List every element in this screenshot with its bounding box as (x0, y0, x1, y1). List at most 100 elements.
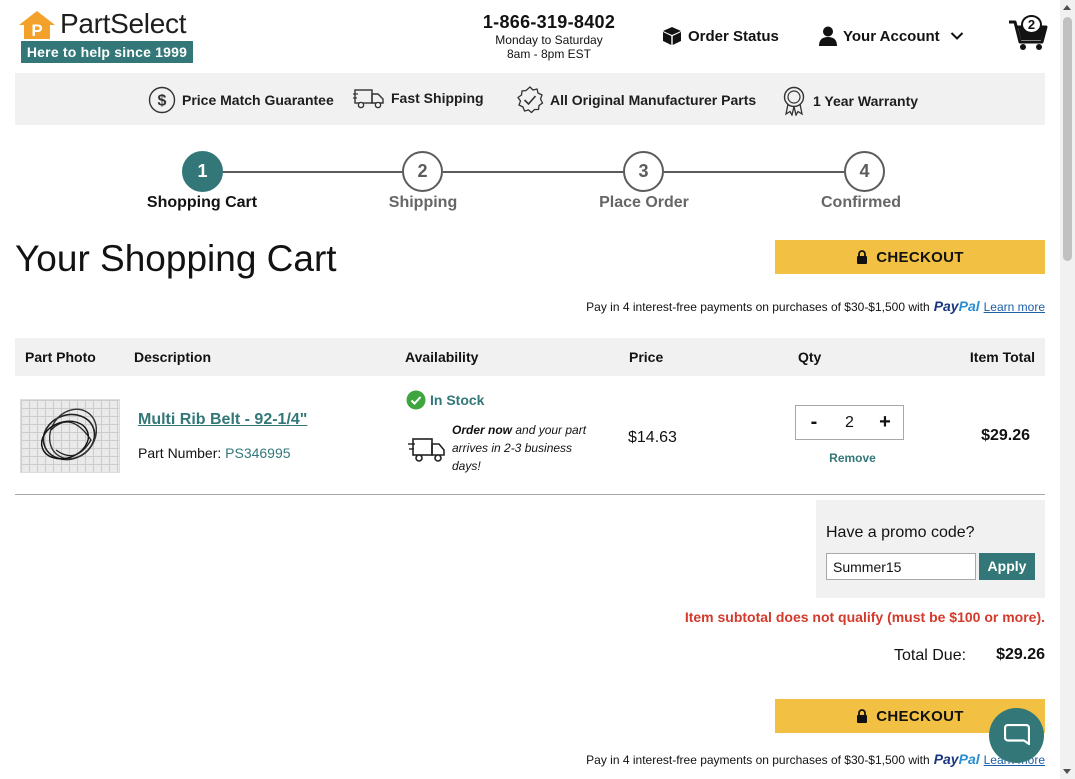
step-4-circle: 4 (844, 151, 885, 192)
paypal-logo-part1: Pay (933, 298, 959, 314)
promo-error-message: Item subtotal does not qualify (must be … (684, 609, 1045, 625)
paypal-logo-part1: Pay (933, 751, 959, 767)
col-item-total: Item Total (969, 349, 1035, 365)
paypal-logo: PayPal (934, 298, 980, 314)
benefit-price-match[interactable]: $ Price Match Guarantee (148, 86, 334, 114)
chat-bubble-icon (1003, 723, 1030, 745)
qty-decrement-button[interactable]: - (806, 411, 822, 434)
partselect-logo[interactable]: P PartSelect Here to help since 1999 (18, 8, 194, 64)
stock-label: In Stock (430, 392, 485, 408)
step-connector (664, 171, 844, 173)
truck-icon (353, 89, 384, 109)
benefit-fast-shipping[interactable]: Fast Shipping (353, 86, 484, 110)
step-1-label: Shopping Cart (146, 194, 258, 211)
paypal-promo-top: Pay in 4 interest-free payments on purch… (586, 298, 1045, 314)
total-due-label: Total Due: (894, 647, 967, 664)
belt-image (40, 408, 98, 461)
total-due-value: $29.26 (996, 646, 1045, 663)
account-menu[interactable]: Your Account (819, 26, 970, 46)
promo-code-input[interactable] (826, 553, 976, 580)
paypal-learn-more-link[interactable]: Learn more (984, 300, 1045, 314)
qty-value[interactable]: 2 (845, 414, 854, 432)
contact-block: 1-866-319-8402 Monday to Saturday 8am - … (470, 12, 628, 61)
scroll-thumb[interactable] (1063, 17, 1072, 261)
paypal-logo: PayPal (934, 751, 980, 767)
benefit-label: All Original Manufacturer Parts (550, 92, 757, 108)
remove-item-link[interactable]: Remove (795, 451, 910, 465)
step-connector (222, 171, 402, 173)
checkout-label: CHECKOUT (876, 707, 964, 725)
scroll-up-arrow[interactable] (1063, 5, 1071, 10)
part-number-link[interactable]: PS346995 (225, 445, 290, 461)
unit-price: $14.63 (628, 429, 677, 446)
promo-title: Have a promo code? (826, 524, 975, 541)
col-part-photo: Part Photo (25, 349, 96, 365)
col-price: Price (629, 349, 664, 365)
cart-item-row: Multi Rib Belt - 92-1/4" Part Number: PS… (15, 377, 1045, 495)
hours-time: 8am - 8pm EST (506, 47, 592, 61)
site-header: P PartSelect Here to help since 1999 1-8… (0, 0, 1060, 70)
cart-count-badge[interactable]: 2 (1021, 15, 1042, 34)
promo-apply-button[interactable]: Apply (979, 553, 1035, 580)
benefit-label: Price Match Guarantee (182, 92, 334, 108)
order-status-link[interactable]: Order Status (662, 26, 779, 46)
paypal-logo-part2: Pal (958, 298, 980, 314)
lock-icon (857, 250, 868, 264)
hours-days: Monday to Saturday (495, 33, 603, 47)
step-2-label: Shipping (388, 194, 458, 211)
shipping-estimate: Order now and your part arrives in 2-3 b… (452, 421, 602, 475)
benefits-bar: $ Price Match Guarantee Fast Shipping Al… (15, 73, 1045, 125)
svg-text:P: P (31, 21, 42, 40)
benefit-warranty[interactable]: 1 Year Warranty (781, 86, 918, 116)
paypal-text: Pay in 4 interest-free payments on purch… (586, 753, 930, 767)
truck-icon (408, 438, 445, 462)
paypal-promo-bottom: Pay in 4 interest-free payments on purch… (586, 751, 1045, 767)
quantity-stepper: - 2 + (795, 405, 904, 440)
benefit-label: Fast Shipping (391, 90, 484, 106)
step-1-circle: 1 (182, 151, 223, 192)
step-connector (443, 171, 624, 173)
part-number: Part Number: PS346995 (138, 445, 291, 461)
chat-button[interactable] (989, 708, 1044, 763)
brand-tagline: Here to help since 1999 (21, 41, 193, 63)
svg-text:$: $ (158, 93, 167, 110)
check-circle-icon (406, 390, 426, 410)
step-3-circle: 3 (623, 151, 664, 192)
user-icon (819, 26, 837, 46)
checkout-label: CHECKOUT (876, 248, 964, 266)
step-2-circle: 2 (402, 151, 443, 192)
part-number-label: Part Number: (138, 445, 222, 461)
page-title: Your Shopping Cart (15, 238, 337, 279)
paypal-logo-part2: Pal (958, 751, 980, 767)
shipping-estimate-bold: Order now (452, 423, 513, 437)
qty-increment-button[interactable]: + (877, 411, 893, 434)
chevron-down-icon (950, 32, 963, 40)
ribbon-award-icon (783, 86, 805, 116)
dollar-circle-icon: $ (148, 86, 176, 114)
step-3-label: Place Order (599, 194, 689, 211)
lock-icon (857, 709, 868, 723)
part-photo[interactable] (20, 399, 120, 473)
col-qty: Qty (798, 349, 822, 365)
paypal-text: Pay in 4 interest-free payments on purch… (586, 300, 930, 314)
brand-name: PartSelect (60, 8, 187, 39)
benefit-original-parts[interactable]: All Original Manufacturer Parts (516, 86, 756, 114)
page-scrollbar[interactable] (1060, 0, 1075, 779)
scroll-down-arrow[interactable] (1063, 769, 1071, 774)
promo-code-panel: Have a promo code? Apply (816, 500, 1045, 598)
col-availability: Availability (405, 349, 479, 365)
stock-status: In Stock (406, 390, 484, 410)
step-4-label: Confirmed (821, 194, 901, 211)
phone-number[interactable]: 1-866-319-8402 (470, 12, 628, 33)
house-logo-icon: P (19, 11, 55, 40)
order-status-label: Order Status (688, 27, 779, 45)
part-name-link[interactable]: Multi Rib Belt - 92-1/4" (138, 411, 307, 429)
checkout-button-top[interactable]: CHECKOUT (775, 240, 1045, 274)
badge-check-icon (517, 86, 544, 114)
cart-table-header: Part Photo Description Availability Pric… (15, 338, 1045, 376)
box-icon (663, 27, 681, 45)
col-description: Description (134, 349, 212, 365)
item-total: $29.26 (981, 427, 1030, 444)
benefit-label: 1 Year Warranty (813, 93, 919, 109)
account-label: Your Account (843, 27, 940, 45)
